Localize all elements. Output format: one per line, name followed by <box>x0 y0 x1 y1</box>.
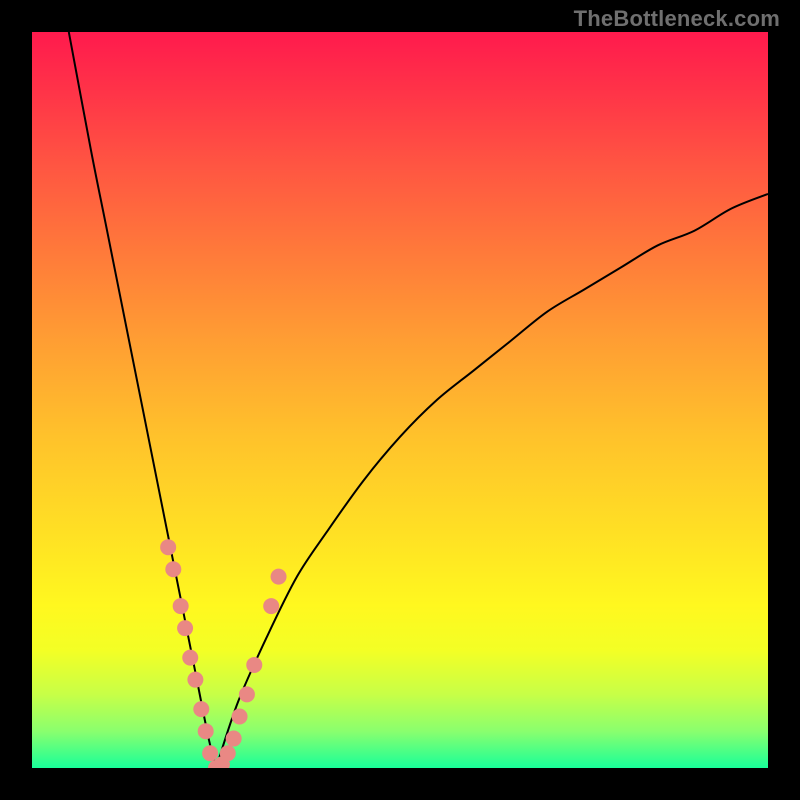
data-marker <box>232 708 248 724</box>
curve-right <box>216 194 768 768</box>
data-marker <box>177 620 193 636</box>
data-marker <box>226 731 242 747</box>
data-marker <box>193 701 209 717</box>
data-marker <box>263 598 279 614</box>
data-marker <box>198 723 214 739</box>
watermark: TheBottleneck.com <box>574 6 780 32</box>
data-marker <box>182 650 198 666</box>
data-marker <box>187 672 203 688</box>
data-marker <box>160 539 176 555</box>
data-marker <box>202 745 218 761</box>
data-marker <box>173 598 189 614</box>
data-marker <box>220 745 236 761</box>
min-markers <box>160 539 286 768</box>
chart-plot-area <box>32 32 768 768</box>
data-marker <box>246 657 262 673</box>
data-marker <box>271 569 287 585</box>
data-marker <box>165 561 181 577</box>
chart-svg <box>32 32 768 768</box>
data-marker <box>239 686 255 702</box>
